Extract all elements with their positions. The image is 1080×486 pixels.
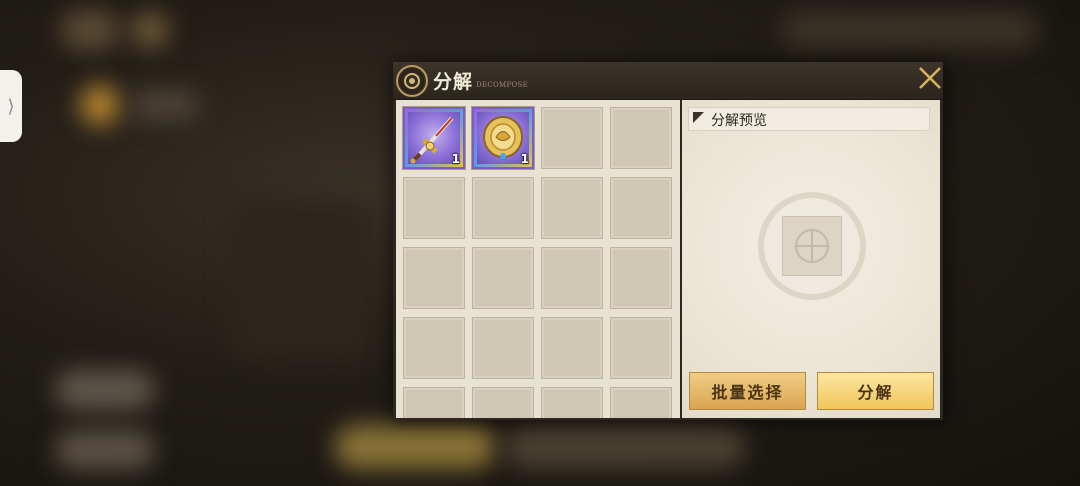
empty-slot[interactable] — [541, 177, 603, 239]
item-count: 1 — [451, 152, 460, 166]
preview-header: 分解预览 — [688, 107, 930, 131]
bg-blur — [55, 430, 155, 470]
decompose-panel: 分解 DECOMPOSE 1 1 分解预览 批量选择 分解 — [393, 62, 943, 420]
empty-slot[interactable] — [403, 247, 465, 309]
item-grid-area[interactable]: 1 1 — [396, 100, 680, 418]
empty-slot[interactable] — [472, 387, 534, 418]
bg-blur — [230, 200, 370, 360]
chevron-right-icon: ⟩ — [7, 95, 15, 117]
close-icon — [919, 67, 941, 89]
empty-slot[interactable] — [472, 177, 534, 239]
preview-ring — [758, 192, 866, 300]
panel-subtitle: DECOMPOSE — [476, 81, 529, 89]
preview-label: 分解预览 — [711, 113, 767, 129]
empty-slot[interactable] — [403, 317, 465, 379]
decompose-button[interactable]: 分解 — [817, 372, 934, 410]
decompose-emblem-icon — [396, 65, 428, 97]
empty-slot[interactable] — [403, 177, 465, 239]
bg-blur — [60, 10, 120, 50]
empty-slot[interactable] — [610, 107, 672, 169]
side-expand-tab[interactable]: ⟩ — [0, 70, 22, 142]
panel-header: 分解 DECOMPOSE — [393, 62, 943, 100]
empty-slot[interactable] — [610, 247, 672, 309]
empty-slot[interactable] — [541, 247, 603, 309]
empty-slot[interactable] — [610, 387, 672, 418]
bg-blur — [80, 85, 120, 125]
bg-blur — [130, 12, 170, 48]
panel-title: 分解 — [433, 71, 474, 93]
empty-slot[interactable] — [610, 317, 672, 379]
bg-blur — [335, 425, 495, 469]
close-button[interactable] — [913, 62, 947, 94]
bg-blur — [505, 425, 745, 469]
empty-slot[interactable] — [472, 247, 534, 309]
decompose-preview-area: 分解预览 批量选择 分解 — [682, 100, 940, 418]
empty-slot[interactable] — [610, 177, 672, 239]
empty-slot[interactable] — [472, 317, 534, 379]
batch-select-button[interactable]: 批量选择 — [689, 372, 806, 410]
empty-slot[interactable] — [541, 387, 603, 418]
item-slot-amulet[interactable]: 1 — [472, 107, 534, 169]
empty-slot[interactable] — [541, 107, 603, 169]
empty-slot[interactable] — [403, 387, 465, 418]
bg-blur — [130, 90, 200, 120]
corner-marker-icon — [693, 112, 704, 123]
empty-slot[interactable] — [541, 317, 603, 379]
bg-blur — [780, 10, 1040, 50]
preview-slot — [782, 216, 842, 276]
decompose-wheel-icon — [795, 229, 829, 263]
bg-blur — [55, 370, 155, 410]
item-count: 1 — [520, 152, 529, 166]
item-slot-sword[interactable]: 1 — [403, 107, 465, 169]
